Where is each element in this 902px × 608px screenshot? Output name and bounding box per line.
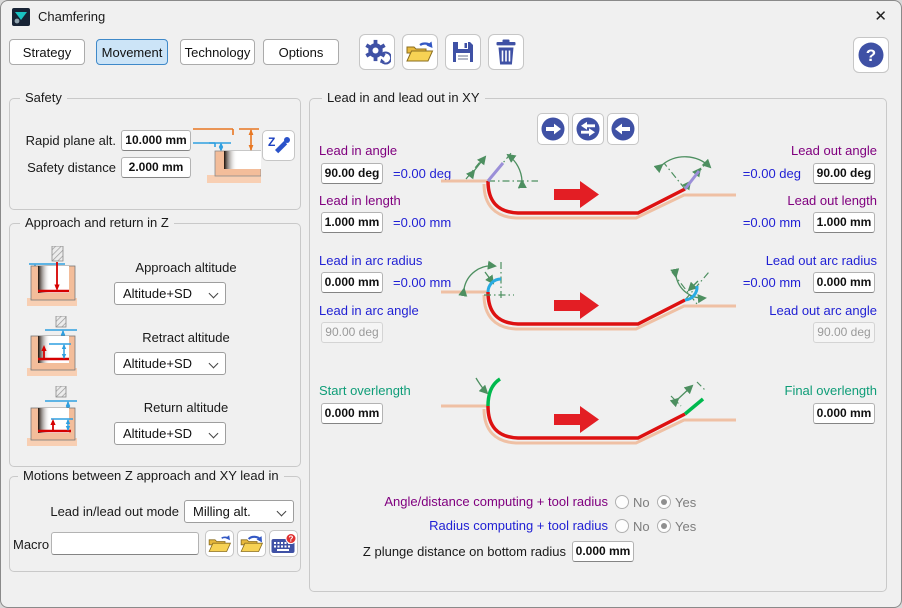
radius-no-radio: [615, 519, 629, 533]
approach-altitude-icon: [27, 246, 83, 308]
chevron-down-icon: [277, 507, 287, 517]
retract-altitude-select[interactable]: Altitude+SD: [114, 352, 226, 375]
lead-in-length-field[interactable]: 1.000 mm: [321, 212, 383, 233]
return-altitude-icon: [27, 386, 83, 448]
help-icon: ?: [857, 41, 885, 69]
tab-technology[interactable]: Technology: [180, 39, 255, 65]
approach-altitude-label: Approach altitude: [111, 260, 261, 275]
chevron-down-icon: [209, 289, 219, 299]
lead-in-angle-field[interactable]: 90.00 deg: [321, 163, 383, 184]
lead-in-arc-radius-label: Lead in arc radius: [319, 253, 422, 268]
safety-distance-field[interactable]: 2.000 mm: [121, 157, 191, 178]
open-button[interactable]: [402, 34, 438, 70]
save-button[interactable]: [445, 34, 481, 70]
z-plunge-label: Z plunge distance on bottom radius: [331, 544, 566, 559]
lead-both-button[interactable]: [572, 113, 604, 145]
rapid-plane-label: Rapid plane alt.: [11, 133, 116, 148]
macro-open-button[interactable]: [205, 530, 234, 557]
angle-distance-no-radio: [615, 495, 629, 509]
start-overlength-field[interactable]: 0.000 mm: [321, 403, 383, 424]
open-folder-icon: [406, 40, 434, 64]
return-altitude-label: Return altitude: [111, 400, 261, 415]
macro-reload-button[interactable]: [237, 530, 266, 557]
lead-right-button[interactable]: [537, 113, 569, 145]
approach-group-title: Approach and return in Z: [20, 215, 174, 230]
lead-in-length-label: Lead in length: [319, 193, 401, 208]
start-overlength-label: Start overlength: [319, 383, 411, 398]
tab-options[interactable]: Options: [263, 39, 339, 65]
leadinout-group-title: Lead in and lead out in XY: [322, 90, 485, 105]
gear-sync-icon: [364, 39, 391, 66]
approach-altitude-value: Altitude+SD: [123, 286, 192, 301]
motions-group: Motions between Z approach and XY lead i…: [9, 476, 301, 572]
macro-input[interactable]: [51, 532, 199, 555]
svg-text:?: ?: [866, 46, 876, 65]
safety-distance-label: Safety distance: [11, 160, 116, 175]
retract-altitude-value: Altitude+SD: [123, 356, 192, 371]
lead-angle-diagram: [438, 148, 738, 243]
window-title: Chamfering: [38, 9, 105, 24]
pick-altitude-button[interactable]: Z: [262, 130, 295, 161]
trash-icon: [495, 39, 517, 65]
angle-distance-yes-radio: [657, 495, 671, 509]
close-icon[interactable]: ✕: [874, 7, 887, 25]
chevron-down-icon: [209, 359, 219, 369]
lead-mode-label: Lead in/lead out mode: [31, 504, 179, 519]
radius-yes-radio: [657, 519, 671, 533]
lead-mode-select[interactable]: Milling alt.: [184, 500, 294, 523]
rapid-plane-field[interactable]: 10.000 mm: [121, 130, 191, 151]
z-picker-icon: Z: [267, 134, 291, 158]
motions-group-title: Motions between Z approach and XY lead i…: [18, 468, 284, 483]
lead-arc-diagram: [438, 259, 738, 359]
return-altitude-select[interactable]: Altitude+SD: [114, 422, 226, 445]
tab-movement[interactable]: Movement: [96, 39, 168, 65]
tab-strategy[interactable]: Strategy: [9, 39, 85, 65]
titlebar: Chamfering ✕: [1, 1, 901, 33]
z-plunge-field[interactable]: 0.000 mm: [572, 541, 634, 562]
angle-distance-computing-label: Angle/distance computing + tool radius: [309, 494, 608, 509]
lead-in-arc-angle-label: Lead in arc angle: [319, 303, 419, 318]
overlength-diagram: [438, 373, 738, 468]
radius-computing-label: Radius computing + tool radius: [309, 518, 608, 533]
safety-diagram: [193, 119, 261, 191]
folder-sync-icon: [240, 534, 264, 554]
app-icon: [12, 8, 30, 26]
macro-label: Macro: [13, 537, 49, 552]
retract-altitude-label: Retract altitude: [111, 330, 261, 345]
lead-out-arc-radius-field[interactable]: 0.000 mm: [813, 272, 875, 293]
lead-in-angle-label: Lead in angle: [319, 143, 397, 158]
svg-text:Z: Z: [268, 135, 275, 149]
lead-out-arc-angle-field: 90.00 deg: [813, 322, 875, 343]
save-icon: [451, 40, 475, 64]
arrow-right-icon: [540, 116, 566, 142]
macro-keyboard-button[interactable]: ?: [269, 530, 298, 557]
chamfering-dialog: Chamfering ✕ Strategy Movement Technolog…: [0, 0, 902, 608]
chevron-down-icon: [209, 429, 219, 439]
final-overlength-field[interactable]: 0.000 mm: [813, 403, 875, 424]
svg-text:?: ?: [288, 534, 293, 543]
return-altitude-value: Altitude+SD: [123, 426, 192, 441]
retract-altitude-icon: [27, 316, 83, 378]
angle-distance-yes-label: Yes: [675, 495, 696, 510]
keyboard-help-icon: ?: [271, 533, 297, 555]
lead-in-arc-angle-field: 90.00 deg: [321, 322, 383, 343]
lead-left-button[interactable]: [607, 113, 639, 145]
delete-button[interactable]: [488, 34, 524, 70]
approach-altitude-select[interactable]: Altitude+SD: [114, 282, 226, 305]
lead-in-arc-radius-field[interactable]: 0.000 mm: [321, 272, 383, 293]
arrow-left-icon: [610, 116, 636, 142]
lead-mode-value: Milling alt.: [193, 504, 251, 519]
open-folder-icon: [208, 534, 232, 554]
arrow-both-icon: [575, 116, 601, 142]
safety-group-title: Safety: [20, 90, 67, 105]
radius-yes-label: Yes: [675, 519, 696, 534]
angle-distance-no-label: No: [633, 495, 650, 510]
lead-out-length-field[interactable]: 1.000 mm: [813, 212, 875, 233]
lead-out-angle-field[interactable]: 90.00 deg: [813, 163, 875, 184]
radius-no-label: No: [633, 519, 650, 534]
help-button[interactable]: ?: [853, 37, 889, 73]
compute-settings-button[interactable]: [359, 34, 395, 70]
